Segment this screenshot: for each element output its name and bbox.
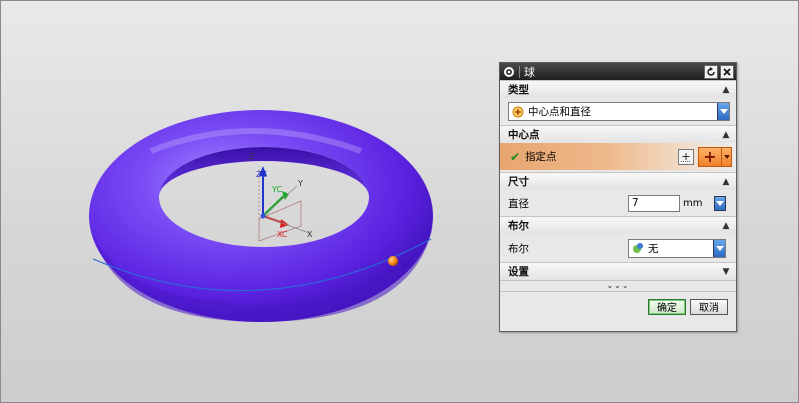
- section-boolean-title: 布尔: [508, 220, 529, 232]
- section-size-body: 直径 7 mm: [500, 190, 736, 216]
- point-dialog-icon: [681, 152, 691, 162]
- axis-label-y: Y: [297, 179, 303, 188]
- cancel-button[interactable]: 取消: [690, 298, 728, 315]
- diameter-row: 直径 7 mm: [508, 192, 730, 214]
- type-dropdown-value: 中心点和直径: [528, 106, 591, 118]
- section-settings-header[interactable]: 设置 ▼: [500, 262, 736, 280]
- axis-label-yc: YC: [271, 185, 282, 194]
- ok-button[interactable]: 确定: [648, 298, 686, 315]
- sphere-dialog: 球 类型 ▲ 中心点和直径 中心点 ▲ ✔ 指定点 + 尺寸 ▲ 直径 7 mm…: [499, 62, 737, 332]
- collapse-icon[interactable]: ▲: [720, 130, 732, 140]
- dialog-title: 球: [524, 65, 535, 79]
- center-diameter-icon: [512, 106, 524, 117]
- collapse-icon[interactable]: ▲: [720, 85, 732, 95]
- section-boolean-header[interactable]: 布尔 ▲: [500, 216, 736, 234]
- diameter-unit: mm: [683, 197, 703, 209]
- axis-label-zc: ZC: [256, 170, 267, 179]
- section-settings-title: 设置: [508, 266, 529, 278]
- dialog-titlebar[interactable]: 球: [500, 63, 736, 80]
- section-center-title: 中心点: [508, 129, 540, 141]
- checkmark-icon: ✔: [510, 149, 521, 164]
- boolean-dropdown[interactable]: 无: [628, 238, 726, 258]
- expand-icon[interactable]: ▼: [720, 267, 732, 277]
- chevron-down-icon[interactable]: [721, 147, 731, 166]
- reset-icon: [707, 66, 715, 76]
- type-dropdown[interactable]: 中心点和直径: [508, 102, 730, 121]
- collapse-icon[interactable]: ▲: [720, 221, 732, 231]
- chevron-down-icon[interactable]: [713, 239, 725, 257]
- title-separator: [519, 65, 520, 78]
- section-type-header[interactable]: 类型 ▲: [500, 80, 736, 98]
- specify-point-row[interactable]: ✔ 指定点 +: [500, 143, 736, 170]
- section-type-body: 中心点和直径: [500, 98, 736, 125]
- boolean-label: 布尔: [508, 242, 529, 255]
- inferred-point-button[interactable]: +: [698, 146, 732, 167]
- axis-label-xc: XC: [277, 230, 288, 239]
- center-point-marker[interactable]: [388, 256, 398, 266]
- diameter-label: 直径: [508, 197, 529, 210]
- section-size-title: 尺寸: [508, 176, 529, 188]
- section-center-header[interactable]: 中心点 ▲: [500, 125, 736, 143]
- dialog-footer: 确定 取消: [500, 291, 736, 321]
- point-dialog-button[interactable]: [678, 148, 694, 165]
- boolean-dropdown-value: 无: [648, 242, 659, 255]
- axis-label-z: Z: [249, 152, 255, 161]
- diameter-input[interactable]: 7: [628, 194, 680, 212]
- chevron-down-icon[interactable]: [717, 103, 729, 120]
- section-size-header[interactable]: 尺寸 ▲: [500, 172, 736, 190]
- specify-point-label: 指定点: [525, 151, 557, 163]
- close-icon: [723, 67, 731, 76]
- gear-icon: [503, 66, 515, 78]
- section-type-title: 类型: [508, 84, 529, 96]
- axis-label-x: X: [307, 230, 313, 239]
- section-center-body: ✔ 指定点 +: [500, 143, 736, 172]
- more-options-bar[interactable]: ⌄⌄⌄: [500, 280, 736, 291]
- chevron-down-icon[interactable]: [714, 195, 726, 211]
- reset-button[interactable]: [704, 64, 718, 79]
- crosshair-icon: +: [703, 146, 717, 166]
- boolean-none-icon: [633, 243, 643, 253]
- close-button[interactable]: [720, 64, 734, 79]
- collapse-icon[interactable]: ▲: [720, 177, 732, 187]
- section-boolean-body: 布尔 无: [500, 234, 736, 262]
- chevron-double-down-icon: ⌄⌄⌄: [606, 281, 630, 290]
- boolean-row: 布尔 无: [508, 237, 730, 259]
